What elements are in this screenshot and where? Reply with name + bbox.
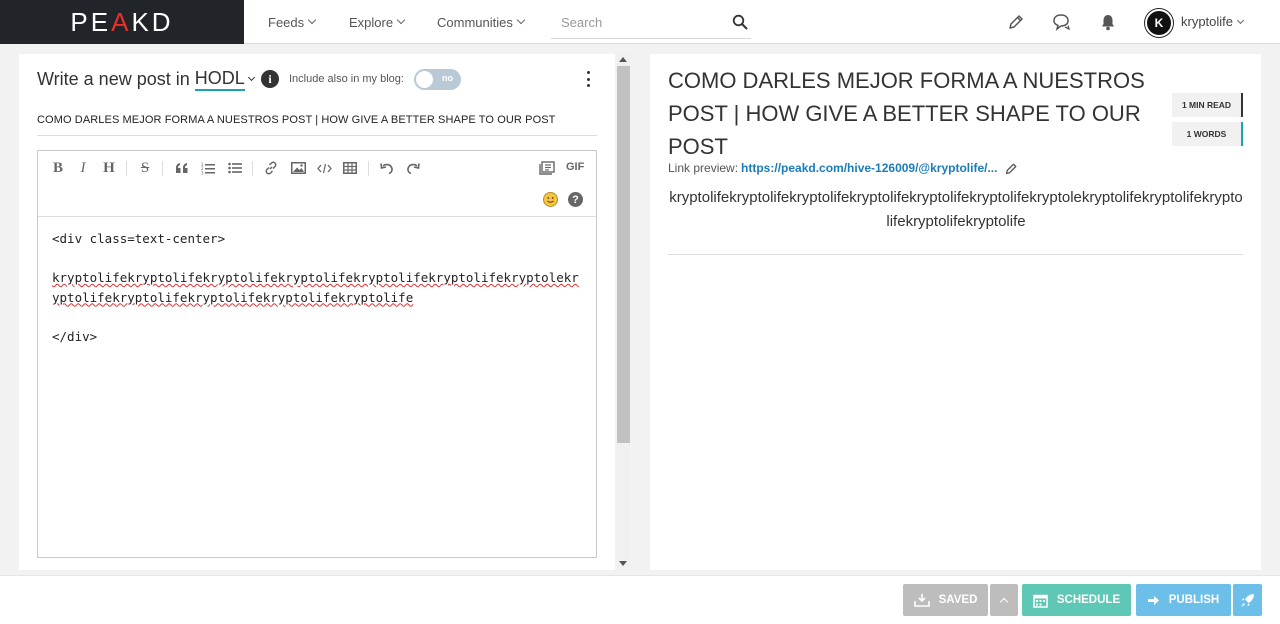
publish-label: PUBLISH bbox=[1168, 594, 1220, 606]
link-preview: Link preview: https://peakd.com/hive-126… bbox=[668, 161, 1018, 175]
strikethrough-icon[interactable]: S bbox=[137, 160, 153, 176]
scroll-up-arrow[interactable] bbox=[619, 57, 627, 62]
arrow-right-icon bbox=[1147, 595, 1160, 606]
editor-panel: Write a new post in HODL i Include also … bbox=[19, 54, 615, 570]
toolbar-divider bbox=[252, 161, 253, 176]
avatar-letter: K bbox=[1154, 16, 1164, 30]
save-tray-icon bbox=[913, 593, 930, 607]
code-line: kryptolifekryptolifekryptolifekryptolife… bbox=[52, 270, 579, 305]
editor-toolbar: B I H S 123 GIF ? bbox=[38, 151, 596, 217]
bullet-list-icon[interactable] bbox=[227, 160, 243, 176]
action-bar: SAVED SCHEDULE PUBLISH bbox=[0, 575, 1280, 624]
nav-feeds-label: Feeds bbox=[268, 14, 305, 30]
preview-body: kryptolifekryptolifekryptolifekryptolife… bbox=[669, 189, 1243, 230]
publish-button[interactable]: PUBLISH bbox=[1136, 584, 1231, 616]
include-blog-label: Include also in my blog: bbox=[289, 73, 404, 85]
table-icon[interactable] bbox=[342, 160, 358, 176]
preview-panel: COMO DARLES MEJOR FORMA A NUESTROS POST … bbox=[650, 54, 1261, 570]
schedule-button[interactable]: SCHEDULE bbox=[1022, 584, 1131, 616]
username-label: kryptolife bbox=[1181, 14, 1234, 29]
italic-icon[interactable]: I bbox=[75, 160, 91, 176]
save-options-button[interactable] bbox=[990, 584, 1018, 616]
chevron-down-icon bbox=[1236, 16, 1245, 24]
saved-button[interactable]: SAVED bbox=[903, 584, 988, 616]
info-icon[interactable]: i bbox=[261, 70, 279, 88]
redo-icon[interactable] bbox=[405, 160, 421, 176]
word-count-badge: 1 WORDS bbox=[1172, 122, 1243, 146]
scroll-thumb[interactable] bbox=[617, 66, 630, 443]
link-preview-url[interactable]: https://peakd.com/hive-126009/@kryptolif… bbox=[741, 161, 997, 175]
heading-icon[interactable]: H bbox=[101, 160, 117, 176]
ordered-list-icon[interactable]: 123 bbox=[200, 160, 216, 176]
nav-communities[interactable]: Communities bbox=[437, 0, 526, 44]
image-icon[interactable] bbox=[290, 160, 306, 176]
top-navbar: PEAKD Feeds Explore Communities K krypto… bbox=[0, 0, 1280, 44]
markdown-textarea[interactable]: <div class=text-center> kryptolifekrypto… bbox=[52, 229, 584, 346]
logo-suffix: KD bbox=[131, 6, 174, 37]
logo-accent: A bbox=[111, 6, 132, 37]
logo-prefix: PE bbox=[70, 6, 112, 37]
post-title-input[interactable]: COMO DARLES MEJOR FORMA A NUESTROS POST … bbox=[37, 114, 597, 136]
markdown-editor: B I H S 123 GIF ? <div class=text-center… bbox=[37, 150, 597, 558]
more-options-icon[interactable] bbox=[585, 71, 591, 87]
chevron-down-icon bbox=[307, 15, 317, 25]
include-blog-toggle[interactable]: no bbox=[414, 69, 461, 90]
chat-bubbles-icon[interactable] bbox=[1052, 12, 1072, 32]
code-line: </div> bbox=[52, 328, 98, 344]
svg-text:3: 3 bbox=[201, 170, 204, 175]
code-icon[interactable] bbox=[316, 160, 332, 176]
search-input[interactable] bbox=[561, 8, 731, 36]
link-preview-label: Link preview: bbox=[668, 161, 739, 175]
search-icon[interactable] bbox=[732, 14, 748, 30]
rocket-icon bbox=[1241, 593, 1254, 607]
chevron-up-icon bbox=[999, 597, 1009, 606]
write-post-heading: Write a new post in HODL bbox=[37, 68, 255, 91]
bell-icon[interactable] bbox=[1098, 12, 1118, 32]
saved-label: SAVED bbox=[938, 594, 978, 606]
preview-title: COMO DARLES MEJOR FORMA A NUESTROS POST … bbox=[668, 68, 1145, 159]
gif-button[interactable]: GIF bbox=[566, 161, 584, 173]
bold-icon[interactable]: B bbox=[50, 160, 66, 176]
nav-explore[interactable]: Explore bbox=[349, 0, 406, 44]
quote-icon[interactable] bbox=[174, 160, 190, 176]
logo-text: PEAKD bbox=[70, 7, 173, 38]
toolbar-divider bbox=[126, 161, 127, 176]
scroll-down-arrow[interactable] bbox=[619, 561, 627, 566]
search-box bbox=[551, 8, 751, 39]
logo[interactable]: PEAKD bbox=[0, 0, 244, 44]
chevron-down-icon[interactable] bbox=[247, 73, 255, 82]
chevron-down-icon bbox=[396, 15, 406, 25]
toolbar-divider bbox=[368, 161, 369, 176]
nav-communities-label: Communities bbox=[437, 14, 513, 30]
gallery-icon[interactable] bbox=[539, 160, 555, 176]
schedule-label: SCHEDULE bbox=[1056, 594, 1121, 606]
min-read-badge: 1 MIN READ bbox=[1172, 93, 1243, 117]
editor-scrollbar[interactable] bbox=[617, 54, 630, 570]
toolbar-divider bbox=[162, 161, 163, 176]
publish-options-button[interactable] bbox=[1233, 584, 1262, 616]
pencil-icon[interactable] bbox=[1006, 12, 1026, 32]
avatar[interactable]: K bbox=[1145, 9, 1173, 37]
user-menu[interactable]: kryptolife bbox=[1181, 14, 1245, 29]
toggle-knob bbox=[416, 71, 433, 88]
calendar-icon bbox=[1033, 593, 1048, 608]
nav-explore-label: Explore bbox=[349, 14, 394, 30]
nav-feeds[interactable]: Feeds bbox=[268, 0, 317, 44]
community-selector[interactable]: HODL bbox=[194, 68, 245, 91]
divider bbox=[668, 254, 1243, 255]
link-icon[interactable] bbox=[263, 160, 279, 176]
toggle-label: no bbox=[442, 73, 453, 83]
chevron-down-icon bbox=[516, 15, 526, 25]
help-icon[interactable]: ? bbox=[568, 192, 583, 207]
edit-permlink-icon[interactable] bbox=[1005, 162, 1018, 175]
code-line: <div class=text-center> bbox=[52, 231, 226, 246]
emoji-icon[interactable] bbox=[543, 192, 558, 207]
write-label: Write a new post in bbox=[37, 69, 190, 89]
undo-icon[interactable] bbox=[379, 160, 395, 176]
